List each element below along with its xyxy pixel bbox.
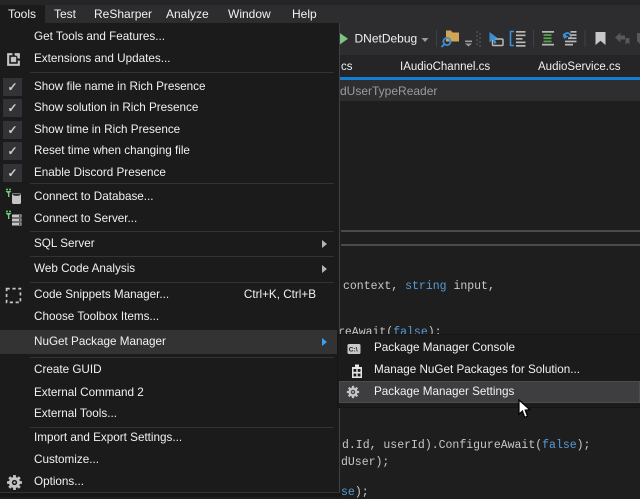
svg-text:C:\: C:\ [349,347,358,354]
svg-text:DNetDebug: DNetDebug [355,32,418,46]
